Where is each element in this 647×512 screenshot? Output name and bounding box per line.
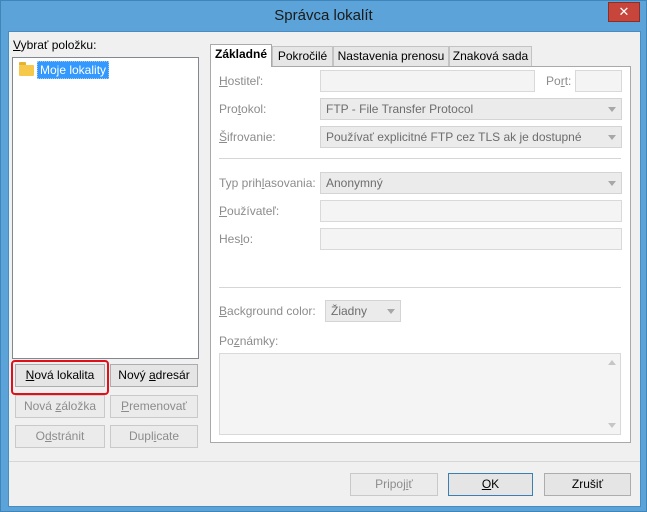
duplicate-button[interactable]: Duplicate (110, 425, 198, 448)
new-bookmark-button[interactable]: Nová záložka (15, 395, 105, 418)
chevron-down-icon (608, 107, 616, 112)
close-icon: ✕ (618, 4, 630, 19)
background-color-select[interactable]: Žiadny (325, 300, 401, 322)
user-input[interactable] (320, 200, 622, 222)
tree-item-label: Moje lokality (37, 61, 110, 79)
chevron-down-icon (608, 181, 616, 186)
connect-button[interactable]: Pripojiť (350, 473, 438, 496)
general-panel: Hostiteľ: Port: Protokol: FTP - File Tra… (210, 66, 631, 443)
ok-button[interactable]: OK (448, 473, 533, 496)
rename-button[interactable]: Premenovať (110, 395, 198, 418)
footer-separator (9, 461, 640, 462)
background-color-label: Background color: (219, 304, 316, 318)
logon-type-select[interactable]: Anonymný (320, 172, 622, 194)
tab-transfer-settings[interactable]: Nastavenia prenosu (333, 46, 449, 66)
tab-general[interactable]: Základné (210, 44, 272, 67)
delete-button[interactable]: Odstránit (15, 425, 105, 448)
dialog-client: Vybrať položku: Moje lokality Nová lokal… (8, 31, 641, 507)
host-label: Hostiteľ: (219, 74, 264, 88)
password-input[interactable] (320, 228, 622, 250)
separator (219, 287, 621, 288)
protocol-label: Protokol: (219, 102, 267, 116)
tab-advanced[interactable]: Pokročilé (272, 46, 333, 66)
close-button[interactable]: ✕ (608, 2, 640, 22)
chevron-down-icon (387, 309, 395, 314)
password-label: Heslo: (219, 232, 254, 246)
chevron-down-icon (608, 135, 616, 140)
select-entry-label: Vybrať položku: (13, 38, 97, 52)
window-title: Správca lokalít (274, 7, 373, 24)
encryption-label: Šifrovanie: (219, 130, 276, 144)
folder-icon (19, 61, 34, 76)
notes-label: Poznámky: (219, 334, 279, 348)
new-folder-button[interactable]: Nový adresár (110, 364, 198, 387)
title-bar[interactable]: Správca lokalít ✕ (1, 1, 646, 31)
logon-type-label: Typ prihlasovania: (219, 176, 316, 190)
port-input[interactable] (575, 70, 622, 92)
tab-charset[interactable]: Znaková sada (449, 46, 532, 66)
cancel-button[interactable]: Zrušiť (544, 473, 631, 496)
highlight-box (11, 360, 109, 395)
port-label: Port: (546, 74, 572, 88)
scroll-down-icon[interactable] (608, 423, 616, 428)
site-manager-window: Správca lokalít ✕ Vybrať položku: Moje l… (0, 0, 647, 512)
tree-item-my-sites[interactable]: Moje lokality (19, 61, 110, 79)
protocol-select[interactable]: FTP - File Transfer Protocol (320, 98, 622, 120)
encryption-select[interactable]: Používať explicitné FTP cez TLS ak je do… (320, 126, 622, 148)
site-tree[interactable]: Moje lokality (12, 57, 199, 359)
host-input[interactable] (320, 70, 535, 92)
separator (219, 158, 621, 159)
scroll-up-icon[interactable] (608, 360, 616, 365)
notes-textarea[interactable] (219, 353, 621, 435)
user-label: Používateľ: (219, 204, 280, 218)
